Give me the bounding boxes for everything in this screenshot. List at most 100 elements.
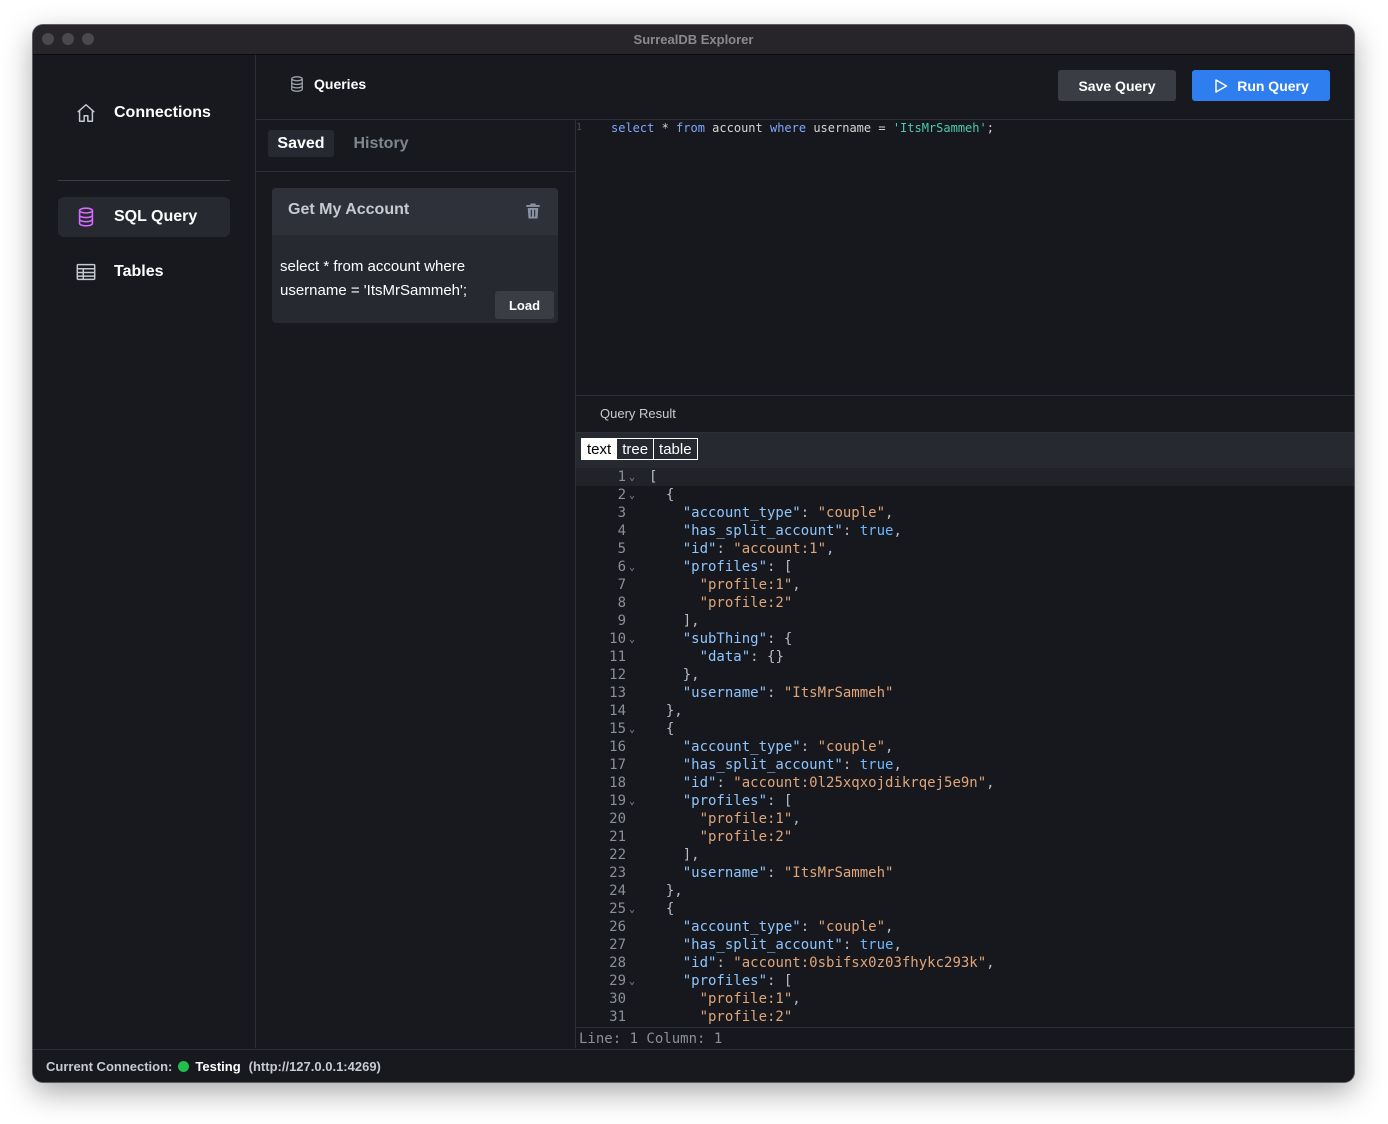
query-result-title: Query Result xyxy=(600,406,676,421)
cursor-status: Line: 1 Column: 1 xyxy=(576,1027,1354,1050)
result-line: 14 }, xyxy=(576,702,1354,720)
result-line: 24 }, xyxy=(576,882,1354,900)
result-line: 31 "profile:2" xyxy=(576,1008,1354,1026)
result-line: 26 "account_type": "couple", xyxy=(576,918,1354,936)
tab-saved[interactable]: Saved xyxy=(268,130,334,157)
line-content: "data": {} xyxy=(699,649,784,665)
result-line: 2 ⌄ { xyxy=(576,486,1354,504)
line-number: 12 xyxy=(609,667,626,683)
run-query-button[interactable]: Run Query xyxy=(1192,70,1330,101)
mode-table-button[interactable]: table xyxy=(653,439,697,459)
fold-chevron-icon[interactable]: ⌄ xyxy=(629,793,635,811)
line-number: 15 xyxy=(609,721,626,737)
line-number: 26 xyxy=(609,919,626,935)
result-line: 11 "data": {} xyxy=(576,648,1354,666)
line-content: { xyxy=(649,487,675,503)
line-number: 24 xyxy=(609,883,626,899)
fold-chevron-icon[interactable]: ⌄ xyxy=(629,487,635,505)
sidebar-item-label: Tables xyxy=(114,263,164,280)
line-content: "profile:1", xyxy=(699,577,801,593)
line-content: { xyxy=(649,721,675,737)
line-content: "profile:2" xyxy=(699,1009,793,1025)
home-icon xyxy=(74,101,98,125)
sidebar-item-sql-query[interactable]: SQL Query xyxy=(58,197,230,237)
result-line: 15 ⌄ { xyxy=(576,720,1354,738)
line-number: 19 xyxy=(609,793,626,809)
view-mode-switch: text tree table xyxy=(581,438,698,460)
trash-icon[interactable] xyxy=(524,202,542,220)
database-icon xyxy=(288,75,306,93)
table-icon xyxy=(74,260,98,284)
result-line: 18 "id": "account:0l25xqxojdikrqej5e9n", xyxy=(576,774,1354,792)
result-line: 19 ⌄ "profiles": [ xyxy=(576,792,1354,810)
editor-code[interactable]: select * from account where username = '… xyxy=(611,120,994,136)
line-content: "id": "account:1", xyxy=(682,541,835,557)
line-content: }, xyxy=(649,703,683,719)
load-query-button[interactable]: Load xyxy=(495,291,554,319)
fold-chevron-icon[interactable]: ⌄ xyxy=(629,631,635,649)
app-window: SurrealDB Explorer Connections SQL Query… xyxy=(33,25,1354,1082)
title-bar: SurrealDB Explorer xyxy=(33,25,1354,55)
line-content: "id": "account:0sbifsx0z03fhykc293k", xyxy=(682,955,995,971)
mode-tree-button[interactable]: tree xyxy=(616,439,653,459)
line-content: "profile:2" xyxy=(699,595,793,611)
result-line: 25 ⌄ { xyxy=(576,900,1354,918)
line-number: 18 xyxy=(609,775,626,791)
saved-query-name: Get My Account xyxy=(288,201,410,218)
result-line: 23 "username": "ItsMrSammeh" xyxy=(576,864,1354,882)
line-content: "username": "ItsMrSammeh" xyxy=(682,865,894,881)
line-number: 30 xyxy=(609,991,626,1007)
save-query-button[interactable]: Save Query xyxy=(1058,70,1176,101)
connection-url: (http://127.0.0.1:4269) xyxy=(248,1059,381,1074)
result-line: 10 ⌄ "subThing": { xyxy=(576,630,1354,648)
result-toolbar: text tree table xyxy=(576,432,1354,469)
result-line: 3 "account_type": "couple", xyxy=(576,504,1354,522)
result-line: 9 ], xyxy=(576,612,1354,630)
database-icon xyxy=(74,205,98,229)
result-line: 28 "id": "account:0sbifsx0z03fhykc293k", xyxy=(576,954,1354,972)
mode-text-button[interactable]: text xyxy=(582,439,617,459)
line-number: 20 xyxy=(609,811,626,827)
line-number: 28 xyxy=(609,955,626,971)
line-content: }, xyxy=(649,883,683,899)
result-line: 20 "profile:1", xyxy=(576,810,1354,828)
sidebar-item-connections[interactable]: Connections xyxy=(58,93,230,133)
line-content: "profiles": [ xyxy=(682,973,793,989)
line-content: "has_split_account": true, xyxy=(682,523,902,539)
line-content: ], xyxy=(649,613,700,629)
sidebar: Connections SQL Query Tables xyxy=(33,55,256,1048)
saved-query-sql: select * from account where username = '… xyxy=(280,258,468,299)
sidebar-item-label: Connections xyxy=(114,104,211,121)
line-number: 16 xyxy=(609,739,626,755)
line-number: 1 xyxy=(617,469,626,485)
queries-header: Queries Save Query Run Query xyxy=(256,55,1354,120)
result-json-viewer[interactable]: 1 ⌄[2 ⌄ {3 "account_type": "couple", 4 "has… xyxy=(576,468,1354,1027)
result-line: 27 "has_split_account": true, xyxy=(576,936,1354,954)
line-number: 29 xyxy=(609,973,626,989)
result-line: 29 ⌄ "profiles": [ xyxy=(576,972,1354,990)
line-content: "username": "ItsMrSammeh" xyxy=(682,685,894,701)
page-title: Queries xyxy=(288,75,366,93)
line-content: "account_type": "couple", xyxy=(682,505,894,521)
play-icon xyxy=(1213,78,1229,94)
line-number: 25 xyxy=(609,901,626,917)
sql-editor[interactable]: 1 select * from account where username =… xyxy=(576,120,1354,394)
saved-query-header: Get My Account xyxy=(272,188,558,235)
fold-chevron-icon[interactable]: ⌄ xyxy=(629,721,635,739)
line-number: 13 xyxy=(609,685,626,701)
result-line: 6 ⌄ "profiles": [ xyxy=(576,558,1354,576)
fold-chevron-icon[interactable]: ⌄ xyxy=(629,973,635,991)
fold-chevron-icon[interactable]: ⌄ xyxy=(629,901,635,919)
line-number: 14 xyxy=(609,703,626,719)
result-line: 30 "profile:1", xyxy=(576,990,1354,1008)
connection-name: Testing xyxy=(195,1059,241,1074)
tab-history[interactable]: History xyxy=(346,130,416,157)
run-query-label: Run Query xyxy=(1237,77,1309,94)
sidebar-item-tables[interactable]: Tables xyxy=(58,252,230,292)
line-content: "has_split_account": true, xyxy=(682,757,902,773)
line-content: ], xyxy=(649,847,700,863)
line-number: 8 xyxy=(617,595,626,611)
fold-chevron-icon[interactable]: ⌄ xyxy=(629,469,635,487)
line-content: "profiles": [ xyxy=(682,793,793,809)
fold-chevron-icon[interactable]: ⌄ xyxy=(629,559,635,577)
